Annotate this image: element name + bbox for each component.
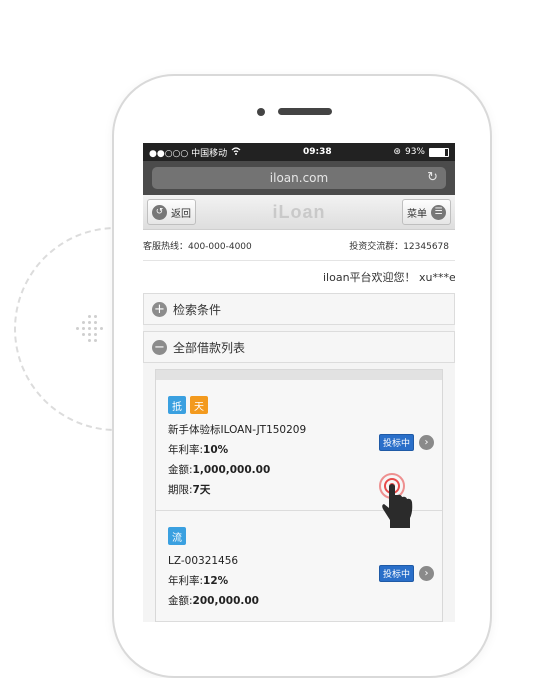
reload-icon[interactable]: ↻ [427, 170, 438, 185]
bid-action[interactable]: 投标中 › [378, 434, 434, 451]
search-conditions-panel[interactable]: + 检索条件 [143, 293, 455, 325]
phone-camera [257, 108, 265, 116]
loan-list-panel[interactable]: − 全部借款列表 [143, 331, 455, 363]
carrier-label: ●●○○○ 中国移动 [149, 148, 228, 159]
contact-bar: 客服热线：400-000-4000 投资交流群：12345678 [143, 230, 455, 261]
browser-url-bar: iloan.com ↻ [143, 161, 455, 195]
menu-list-icon: ☰ [431, 204, 446, 220]
amount-value: 1,000,000.00 [192, 464, 271, 476]
loan-list: 抵 天 新手体验标ILOAN-JT150209 年利率:10% 金额:1,000… [155, 369, 443, 622]
phone-screen: ●●○○○ 中国移动 09:38 ⊛ 93% iloan.com ↻ ↺ 返回 … [143, 143, 455, 622]
welcome-marquee: iloan平台欢迎您！ xu***en [143, 261, 455, 293]
group-text: 投资交流群：12345678 [349, 241, 449, 252]
list-panel-label: 全部借款列表 [173, 340, 246, 355]
rate-value: 10% [203, 444, 229, 456]
bid-action[interactable]: 投标中 › [378, 565, 434, 582]
url-text: iloan.com [269, 171, 329, 185]
amount-label: 金额: [168, 464, 193, 476]
dot-grid-decoration [74, 315, 108, 349]
term-label: 期限: [168, 484, 193, 496]
welcome-text: iloan平台欢迎您！ xu***en [323, 271, 455, 284]
loan-list-header [156, 370, 442, 380]
hotline-text: 客服热线：400-000-4000 [143, 241, 252, 252]
url-field[interactable]: iloan.com ↻ [152, 167, 446, 189]
status-time: 09:38 [302, 147, 332, 157]
battery-icon [428, 147, 449, 157]
lock-rotation-icon: ⊛ [393, 147, 401, 157]
loan-item[interactable]: 抵 天 新手体验标ILOAN-JT150209 年利率:10% 金额:1,000… [156, 380, 442, 528]
site-logo: iLoan [272, 201, 326, 222]
menu-button[interactable]: 菜单 ☰ [402, 199, 451, 225]
wifi-icon [231, 146, 241, 158]
back-label: 返回 [171, 208, 191, 220]
menu-label: 菜单 [407, 208, 427, 220]
status-bar: ●●○○○ 中国移动 09:38 ⊛ 93% [143, 143, 455, 161]
minus-icon: − [152, 339, 167, 355]
amount-label: 金额: [168, 595, 193, 607]
rate-label: 年利率: [168, 575, 204, 587]
mortgage-tag: 抵 [168, 396, 186, 414]
rate-label: 年利率: [168, 444, 204, 456]
chevron-right-icon[interactable]: › [419, 566, 434, 581]
loan-item[interactable]: 流 LZ-00321456 年利率:12% 金额:200,000.00 投标中 … [156, 511, 442, 622]
rate-value: 12% [203, 575, 229, 587]
battery-percent: 93% [404, 147, 425, 157]
site-header: ↺ 返回 iLoan 菜单 ☰ [143, 195, 455, 230]
plus-icon: + [152, 301, 167, 317]
back-button[interactable]: ↺ 返回 [147, 199, 196, 225]
chevron-right-icon[interactable]: › [419, 435, 434, 450]
phone-speaker [278, 108, 332, 115]
bid-button[interactable]: 投标中 [378, 565, 414, 582]
amount-value: 200,000.00 [192, 595, 259, 607]
term-value: 7天 [192, 484, 211, 496]
back-arrow-icon: ↺ [152, 204, 167, 220]
search-panel-label: 检索条件 [173, 302, 222, 317]
transfer-tag: 流 [168, 527, 186, 545]
bid-button[interactable]: 投标中 [378, 434, 414, 451]
days-tag: 天 [190, 396, 208, 414]
